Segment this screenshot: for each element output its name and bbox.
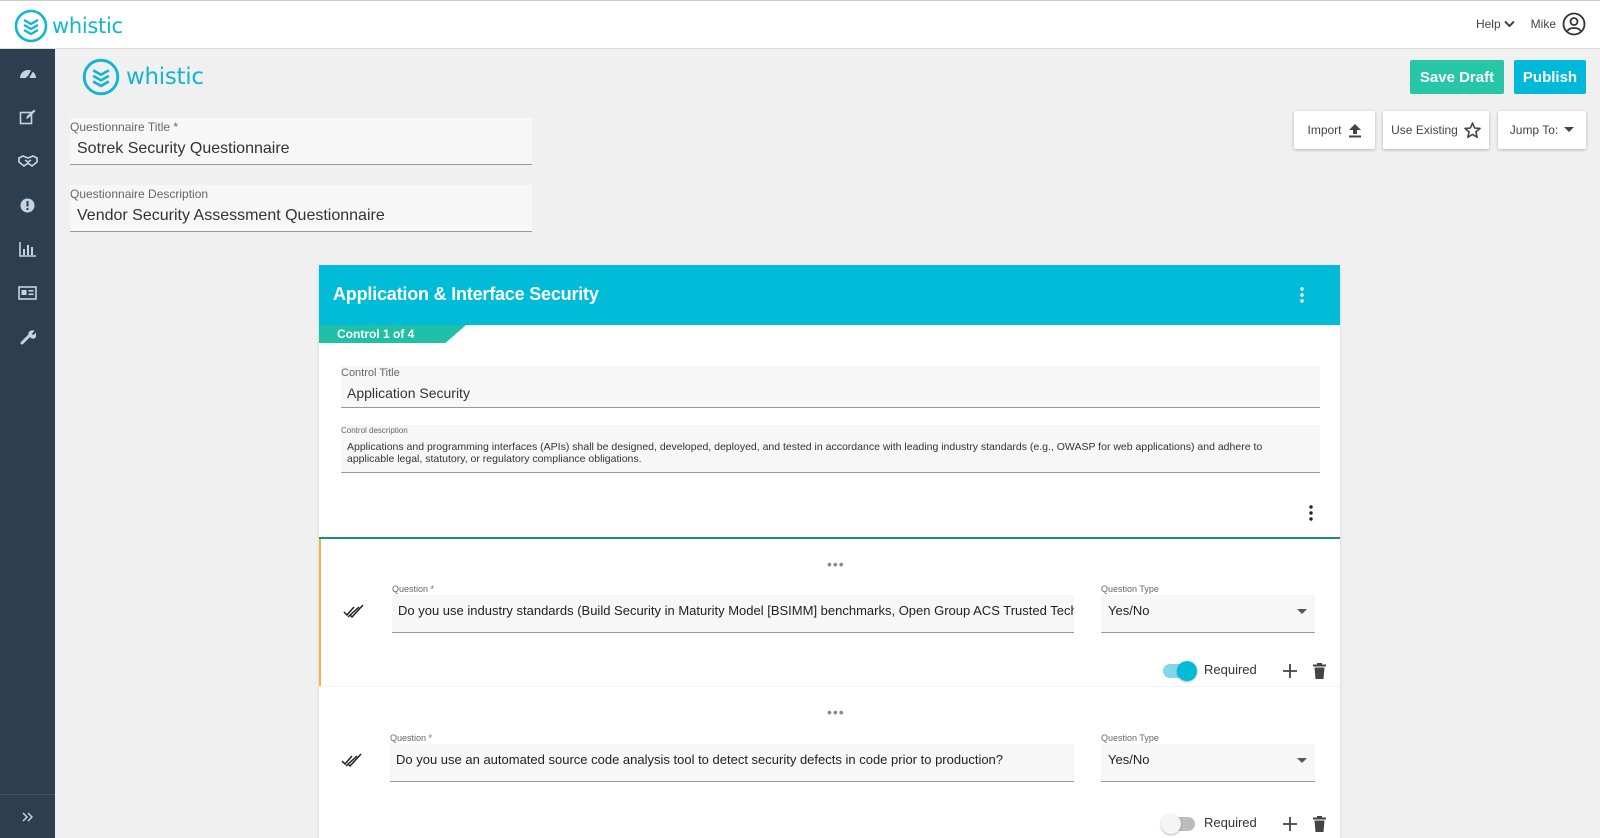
required-label: Required (1204, 815, 1257, 830)
help-menu[interactable]: Help (1476, 17, 1515, 31)
brand-logo[interactable]: whistic (14, 9, 123, 43)
id-card-icon (18, 286, 37, 300)
control-counter-tab: Control 1 of 4 (319, 325, 466, 343)
use-existing-button[interactable]: Use Existing (1383, 111, 1489, 149)
question-input[interactable]: Do you use industry standards (Build Sec… (392, 595, 1074, 633)
drag-handle-icon[interactable]: ••• (827, 704, 845, 720)
add-icon[interactable] (1283, 664, 1297, 678)
dashboard-gauge-icon (19, 70, 36, 80)
control-title-label: Control Title (341, 367, 400, 379)
publish-button[interactable]: Publish (1514, 60, 1586, 94)
questionnaire-title-value: Sotrek Security Questionnaire (77, 140, 290, 157)
questionnaire-title-field[interactable]: Questionnaire Title * Sotrek Security Qu… (70, 118, 532, 165)
double-check-icon (343, 604, 364, 618)
question-active-indicator (319, 539, 321, 686)
alert-circle-icon (20, 198, 35, 212)
save-draft-button[interactable]: Save Draft (1410, 60, 1504, 94)
control-menu-button[interactable] (1309, 505, 1313, 521)
caret-down-icon (1297, 758, 1307, 763)
question-type-value: Yes/No (1108, 752, 1150, 767)
edit-icon (19, 109, 36, 124)
question-type-select[interactable]: Yes/No (1101, 744, 1315, 782)
toggle-knob (1177, 661, 1197, 681)
sidebar-item-dashboard[interactable] (0, 51, 55, 95)
double-check-icon (341, 753, 362, 767)
control-description-field[interactable]: Control description Applications and pro… (341, 425, 1320, 473)
main-logo-text: whistic (126, 64, 204, 90)
double-chevron-right-icon (22, 811, 33, 822)
question-type-select[interactable]: Yes/No (1101, 595, 1315, 633)
bar-chart-icon (18, 241, 36, 257)
whistic-logo-icon (14, 9, 48, 43)
caret-down-icon (1297, 609, 1307, 614)
trash-icon[interactable] (1313, 816, 1326, 832)
required-toggle[interactable] (1161, 814, 1195, 834)
add-icon[interactable] (1283, 817, 1297, 831)
sidebar-item-reports[interactable] (0, 227, 55, 271)
control-title-field[interactable]: Control Title Application Security (341, 366, 1320, 408)
question-type-label: Question Type (1101, 733, 1159, 743)
more-vertical-icon (1309, 505, 1313, 521)
trash-icon[interactable] (1313, 663, 1326, 679)
sidebar (0, 49, 55, 838)
control-title-value: Application Security (347, 385, 470, 401)
drag-handle-icon[interactable]: ••• (827, 556, 845, 572)
upload-icon (1348, 123, 1361, 137)
question-input[interactable]: Do you use an automated source code anal… (390, 744, 1074, 782)
brand-name: whistic (52, 14, 123, 38)
jump-to-dropdown[interactable]: Jump To: (1498, 111, 1586, 149)
question-label: Question * (390, 733, 433, 743)
question-type-value: Yes/No (1108, 603, 1150, 618)
questionnaire-description-field[interactable]: Questionnaire Description Vendor Securit… (70, 185, 532, 232)
star-add-icon (1464, 121, 1481, 138)
questionnaire-description-value: Vendor Security Assessment Questionnaire (77, 207, 385, 224)
main-logo: whistic (82, 58, 204, 96)
questionnaire-description-label: Questionnaire Description (70, 187, 209, 201)
control-description-value: Applications and programming interfaces … (347, 441, 1263, 465)
question-type-label: Question Type (1101, 584, 1159, 594)
top-bar: whistic Help Mike (0, 0, 1600, 49)
jump-to-label: Jump To: (1509, 123, 1559, 137)
user-menu[interactable]: Mike (1531, 12, 1586, 36)
sidebar-item-alert[interactable] (0, 183, 55, 227)
required-label: Required (1204, 662, 1257, 677)
question-block: ••• Question * Do you use an automated s… (319, 686, 1340, 838)
required-toggle[interactable] (1163, 661, 1197, 681)
sidebar-item-handshake[interactable] (0, 139, 55, 183)
user-avatar-icon (1562, 12, 1586, 36)
caret-down-icon (1564, 127, 1575, 132)
questionnaire-title-label: Questionnaire Title * (70, 120, 179, 134)
wrench-icon (20, 330, 36, 345)
section-menu-button[interactable] (1300, 287, 1304, 303)
import-label: Import (1307, 123, 1342, 137)
help-label: Help (1475, 17, 1501, 31)
section-title: Application & Interface Security (333, 284, 599, 304)
sidebar-item-profile[interactable] (0, 271, 55, 315)
sidebar-expand-button[interactable] (0, 794, 55, 838)
control-description-label: Control description (341, 426, 408, 435)
user-name: Mike (1530, 17, 1556, 31)
section-card: Application & Interface Security Control… (319, 265, 1340, 838)
whistic-logo-icon (82, 58, 120, 96)
more-vertical-icon (1300, 287, 1304, 303)
handshake-icon (17, 155, 38, 167)
toggle-knob (1161, 814, 1181, 834)
use-existing-label: Use Existing (1391, 123, 1458, 137)
chevron-down-icon (1503, 20, 1515, 28)
section-header: Application & Interface Security (319, 265, 1340, 325)
question-block: ••• Question * Do you use industry stand… (319, 539, 1340, 686)
import-button[interactable]: Import (1294, 111, 1375, 149)
sidebar-item-tools[interactable] (0, 315, 55, 359)
sidebar-item-edit[interactable] (0, 95, 55, 139)
question-label: Question * (392, 584, 435, 594)
